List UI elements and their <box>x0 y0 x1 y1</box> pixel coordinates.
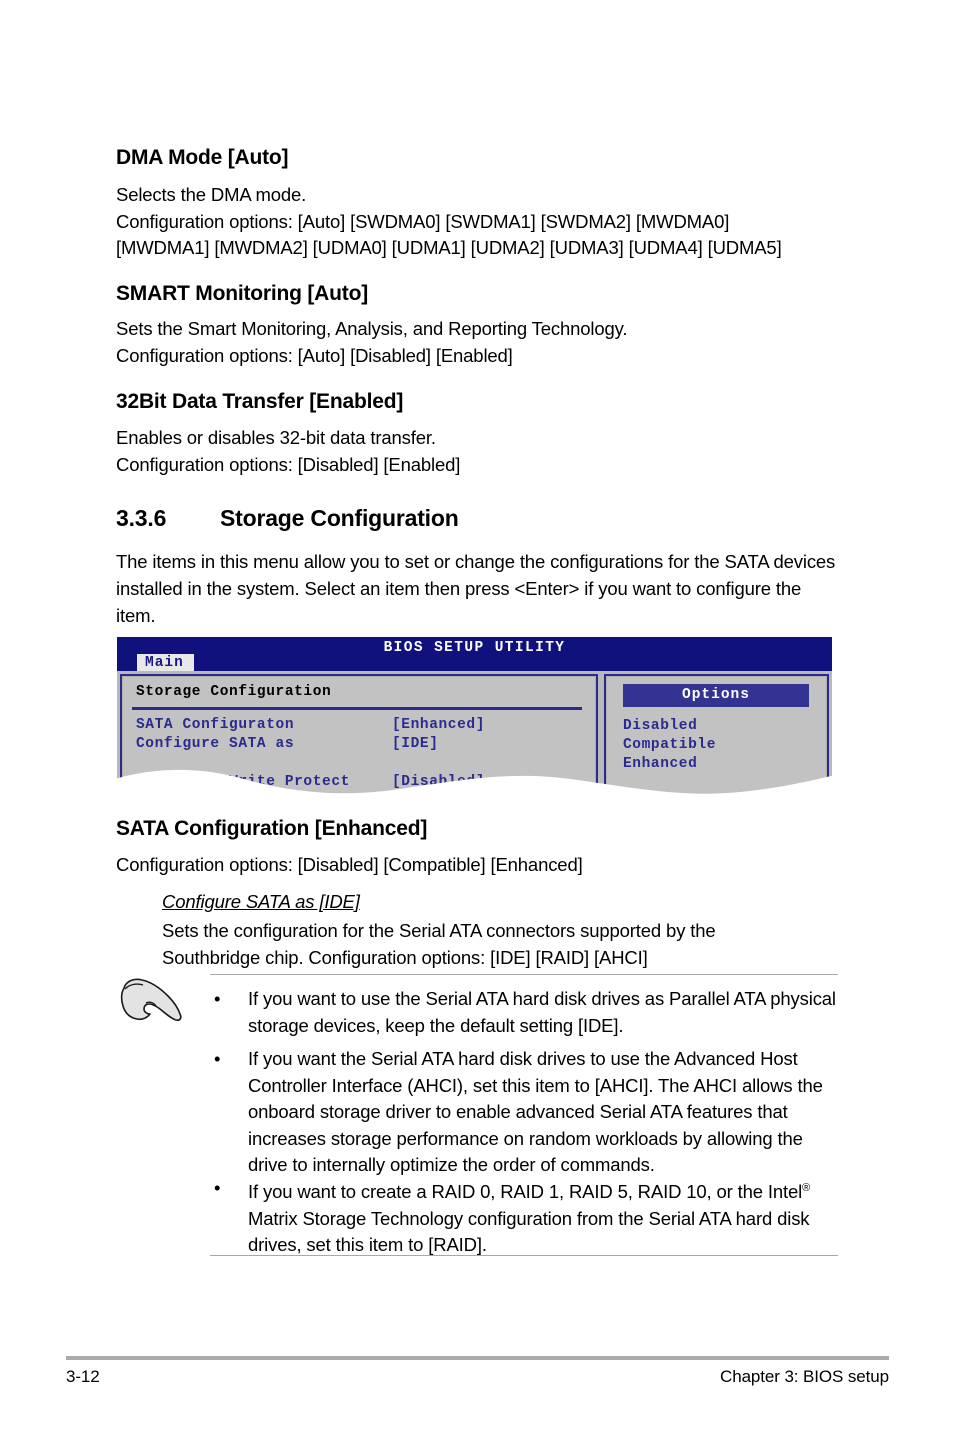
bios-row-ide-detect-time-out[interactable]: IDE Detect Time Out (Sec) [35] <box>136 793 429 805</box>
bios-panel-divider <box>132 707 582 710</box>
paragraph-32bit-data-transfer: Enables or disables 32-bit data transfer… <box>116 425 460 478</box>
bios-row-value: [35] <box>392 793 430 805</box>
bios-panel-title: Storage Configuration <box>136 684 332 700</box>
footer-page-number: 3-12 <box>66 1367 100 1386</box>
note-bottom-divider <box>210 1255 838 1256</box>
section-number: 3.3.6 <box>116 505 167 531</box>
bios-row-configure-sata-as[interactable]: Configure SATA as [IDE] <box>136 736 438 752</box>
note-bullet-1: • <box>214 988 221 1009</box>
note-bullet-2: • <box>214 1048 221 1069</box>
section-heading-storage-configuration: 3.3.6 Storage Configuration <box>116 505 459 532</box>
smart-line-2: Configuration options: [Auto] [Disabled]… <box>116 344 513 366</box>
bios-row-value: [Enhanced] <box>392 717 486 733</box>
note-item-2: If you want the Serial ATA hard disk dri… <box>248 1048 823 1175</box>
configure-sata-line-1: Sets the configuration for the Serial AT… <box>162 920 716 941</box>
paragraph-storage-configuration: The items in this menu allow you to set … <box>116 551 836 626</box>
note-top-divider <box>210 974 838 975</box>
paragraph-configure-sata-as: Sets the configuration for the Serial AT… <box>162 918 842 971</box>
bios-row-label: Configure SATA as <box>136 736 295 752</box>
footer-chapter-label: Chapter 3: BIOS setup <box>720 1367 889 1386</box>
bios-row-value: [Disabled] <box>392 774 486 790</box>
heading-configure-sata-as: Configure SATA as [IDE] <box>162 891 360 912</box>
bios-option-enhanced[interactable]: Enhanced <box>623 756 697 772</box>
note-item-3-text-post: Matrix Storage Technology configuration … <box>248 1207 810 1256</box>
bios-row-label: IDE Detect Time Out (Sec) <box>136 793 369 805</box>
heading-dma-mode: DMA Mode [Auto] <box>116 146 289 169</box>
bios-utility-title: BIOS SETUP UTILITY <box>383 640 566 656</box>
bit32-line-1: Enables or disables 32-bit data transfer… <box>116 427 436 448</box>
dma-line-1: Selects the DMA mode. <box>116 184 307 205</box>
footer-divider <box>66 1356 889 1360</box>
bios-body: Storage Configuration SATA Configuraton … <box>117 671 832 805</box>
paragraph-sata-configuration: Configuration options: [Disabled] [Compa… <box>116 852 583 879</box>
bios-row-label: SATA Configuraton <box>136 717 295 733</box>
note-item-3: If you want to create a RAID 0, RAID 1, … <box>248 1175 840 1259</box>
bios-row-label: Hard Disk Write Protect <box>136 774 350 790</box>
bios-options-panel: Options Disabled Compatible Enhanced <box>604 674 829 805</box>
note-item-1: If you want to use the Serial ATA hard d… <box>248 988 836 1036</box>
dma-line-3: [MWDMA1] [MWDMA2] [UDMA0] [UDMA1] [UDMA2… <box>116 237 782 258</box>
bit32-line-2: Configuration options: [Disabled] [Enabl… <box>116 453 461 475</box>
document-page: DMA Mode [Auto] Selects the DMA mode. Co… <box>0 0 954 1438</box>
smart-line-1: Sets the Smart Monitoring, Analysis, and… <box>116 318 628 339</box>
bios-setup-screenshot: BIOS SETUP UTILITY Main Storage Configur… <box>117 637 832 805</box>
bios-row-value: [IDE] <box>392 736 439 752</box>
heading-smart-monitoring: SMART Monitoring [Auto] <box>116 282 368 305</box>
registered-trademark-mark: ® <box>802 1182 811 1194</box>
bios-option-compatible[interactable]: Compatible <box>623 737 716 753</box>
bios-option-disabled[interactable]: Disabled <box>623 718 697 734</box>
bios-options-header: Options <box>623 684 809 707</box>
heading-32bit-data-transfer: 32Bit Data Transfer [Enabled] <box>116 390 404 413</box>
dma-line-2: Configuration options: [Auto] [SWDMA0] [… <box>116 210 730 232</box>
bios-row-hard-disk-write-protect[interactable]: Hard Disk Write Protect [Disabled] <box>136 774 484 790</box>
paragraph-smart-monitoring: Sets the Smart Monitoring, Analysis, and… <box>116 316 628 369</box>
bios-settings-panel: Storage Configuration SATA Configuraton … <box>120 674 598 805</box>
note-bullet-3: • <box>214 1177 221 1198</box>
heading-sata-configuration: SATA Configuration [Enhanced] <box>116 817 428 840</box>
section-title: Storage Configuration <box>220 505 459 531</box>
note-item-3-text-pre: If you want to create a RAID 0, RAID 1, … <box>248 1181 803 1203</box>
paragraph-dma-mode: Selects the DMA mode. Configuration opti… <box>116 182 782 262</box>
pointing-hand-icon <box>120 978 182 1021</box>
sata-config-line-1: Configuration options: [Disabled] [Compa… <box>116 854 583 875</box>
bios-row-sata-configuration[interactable]: SATA Configuraton [Enhanced] <box>136 717 484 733</box>
configure-sata-line-2: Southbridge chip. Configuration options:… <box>162 946 648 968</box>
